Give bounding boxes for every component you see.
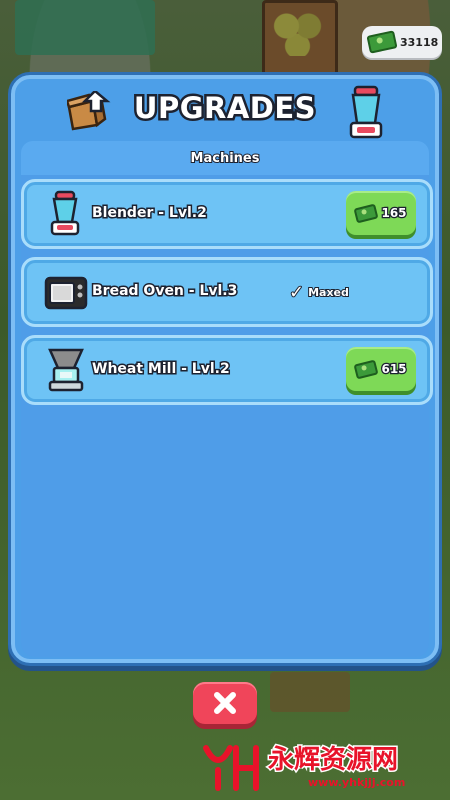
upgrade-item-blender: Blender - Lvl.2 165 — [21, 179, 433, 249]
maxed-indicator: ✓ Maxed — [288, 281, 350, 304]
watermark-url: www.yhkjjj.com — [308, 775, 406, 789]
buy-upgrade-button[interactable]: 165 — [346, 191, 416, 235]
item-label: Wheat Mill - Lvl.2 — [91, 360, 232, 379]
watermark-text: 永辉资源网 www.yhkjjj.com — [266, 744, 406, 789]
close-icon — [214, 692, 236, 714]
upgrades-panel: UPGRADES Machines Blender - Lvl.2 165 Br… — [8, 72, 442, 666]
background-plants — [270, 6, 325, 56]
wheat-mill-icon — [48, 348, 84, 392]
panel-header: UPGRADES — [11, 75, 439, 141]
close-button[interactable] — [193, 682, 257, 724]
cash-icon — [353, 203, 379, 223]
upgrade-item-bread-oven: Bread Oven - Lvl.3 ✓ Maxed — [21, 257, 433, 327]
watermark-title: 永辉资源网 — [266, 744, 399, 775]
price-label: 615 — [380, 361, 408, 378]
blender-icon — [349, 85, 383, 139]
item-label: Blender - Lvl.2 — [91, 204, 209, 223]
blender-icon — [50, 190, 80, 236]
cash-icon — [353, 359, 379, 379]
buy-upgrade-button[interactable]: 615 — [346, 347, 416, 391]
watermark: 永辉资源网 www.yhkjjj.com — [200, 742, 450, 792]
upgrade-item-wheat-mill: Wheat Mill - Lvl.2 615 — [21, 335, 433, 405]
section-label: Machines — [190, 150, 261, 167]
oven-icon — [44, 276, 88, 310]
currency-value: 33118 — [400, 35, 439, 49]
background-crate-bottom — [270, 672, 350, 712]
price-label: 165 — [380, 205, 408, 222]
item-label: Bread Oven - Lvl.3 — [90, 282, 238, 301]
background-machine — [15, 0, 155, 55]
maxed-label: Maxed — [307, 285, 350, 300]
currency-display: 33118 — [362, 26, 442, 58]
check-icon: ✓ — [288, 281, 305, 304]
watermark-logo-icon — [203, 745, 259, 791]
cash-icon — [366, 30, 398, 54]
